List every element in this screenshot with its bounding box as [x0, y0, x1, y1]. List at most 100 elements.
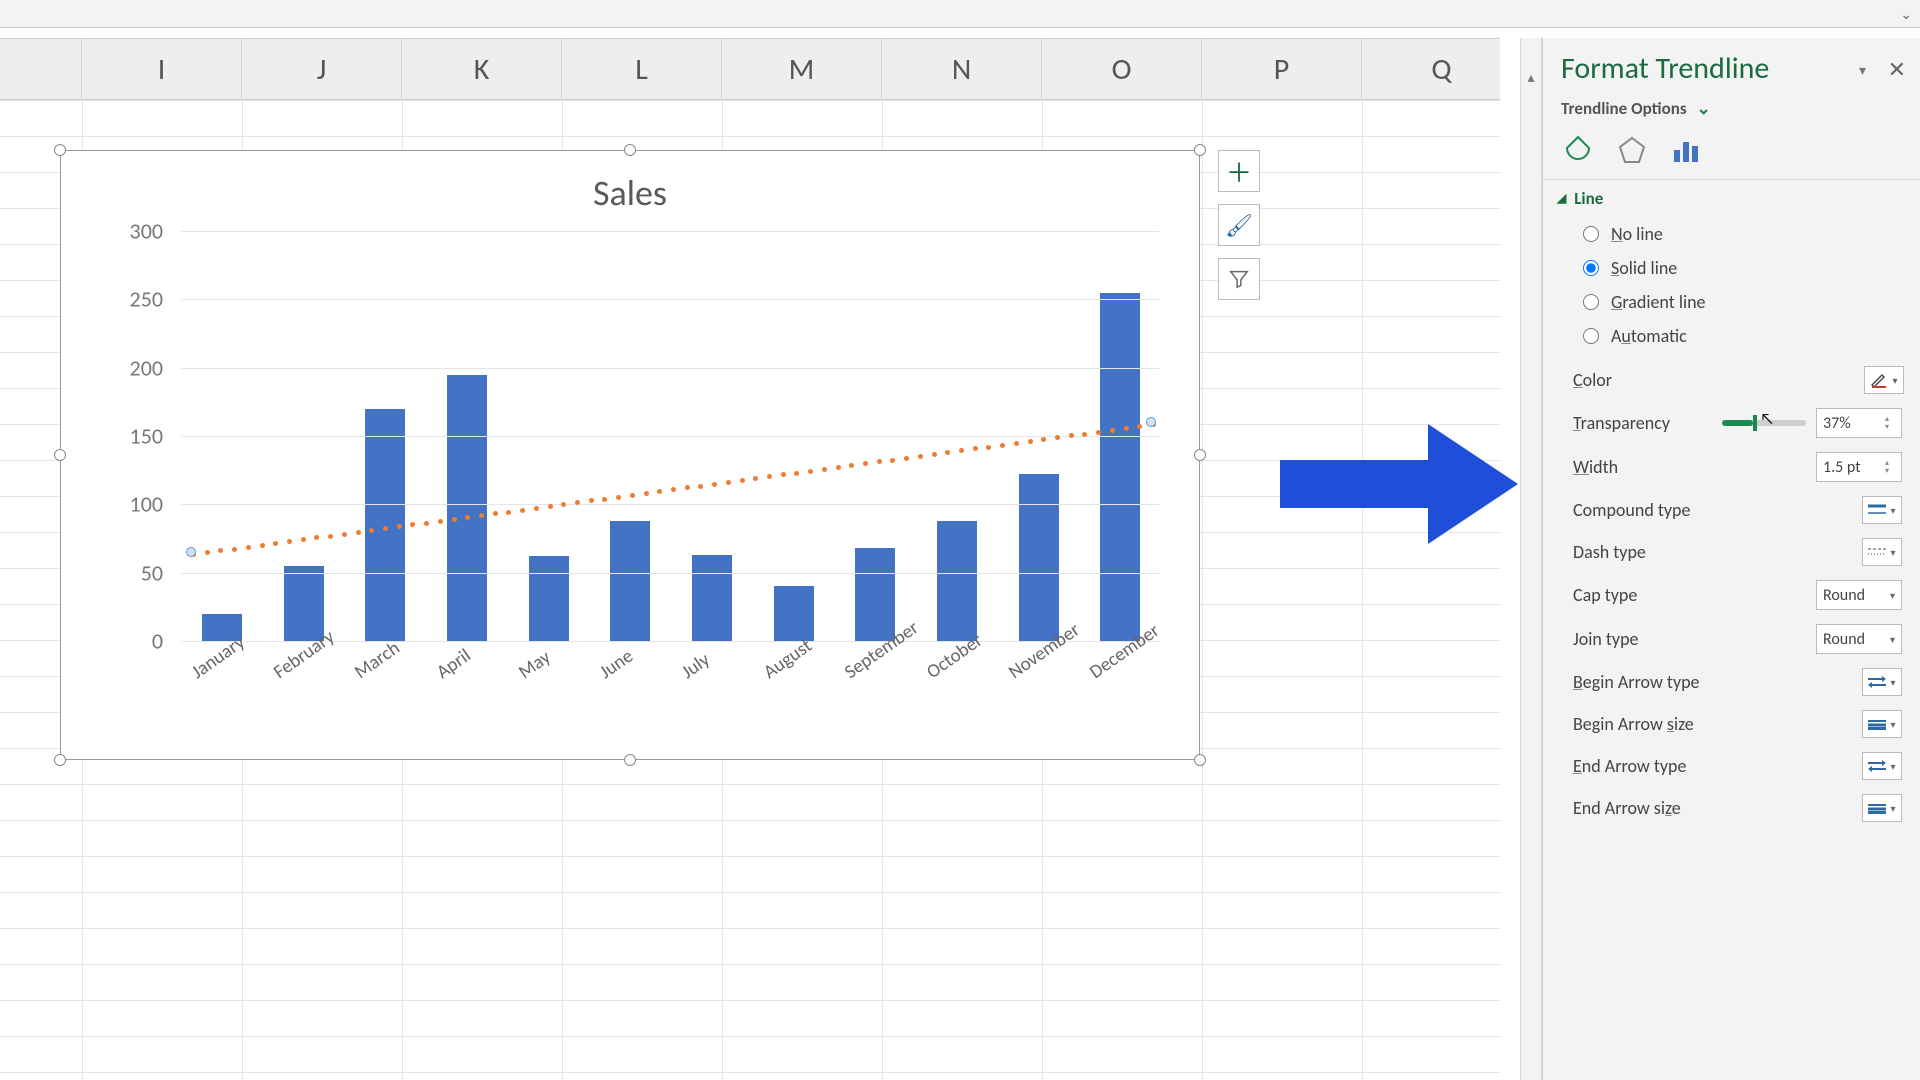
radio-no-line[interactable]: No line [1583, 217, 1902, 251]
trendline-dot[interactable] [342, 532, 347, 537]
bar[interactable] [447, 375, 487, 642]
begin-arrow-type-label: Begin Arrow type [1573, 671, 1700, 693]
bar[interactable] [937, 521, 977, 641]
join-type-dropdown[interactable]: Round▾ [1816, 624, 1902, 654]
chevron-down-icon: ⌄ [1696, 98, 1710, 119]
compound-type-button[interactable]: ▾ [1862, 496, 1902, 524]
trendline-dot[interactable] [1124, 426, 1129, 431]
trendline-dot[interactable] [1000, 443, 1005, 448]
fill-line-tab[interactable] [1561, 133, 1595, 167]
end-arrow-size-label: End Arrow size [1573, 797, 1681, 819]
resize-handle[interactable] [624, 144, 636, 156]
trendline-dot[interactable] [232, 547, 237, 552]
trendline-options-tab[interactable] [1669, 133, 1703, 167]
spinner-icon[interactable]: ▴▾ [1885, 454, 1899, 480]
bar[interactable] [692, 555, 732, 641]
pane-close-button[interactable]: ✕ [1888, 56, 1906, 83]
trendline-dot[interactable] [1096, 430, 1101, 435]
trendline-dot[interactable] [644, 491, 649, 496]
column-header[interactable]: Q [1362, 39, 1522, 99]
trendline-dot[interactable] [918, 454, 923, 459]
color-picker-button[interactable]: ▾ [1864, 366, 1904, 394]
column-header[interactable]: N [882, 39, 1042, 99]
trendline-dot[interactable] [836, 465, 841, 470]
column-header[interactable]: L [562, 39, 722, 99]
bar[interactable] [855, 548, 895, 641]
pane-subtitle[interactable]: Trendline Options ⌄ [1543, 98, 1920, 119]
bar[interactable] [1100, 293, 1140, 642]
arrow-type-icon [1868, 676, 1886, 688]
resize-handle[interactable] [54, 144, 66, 156]
trendline-dot[interactable] [904, 456, 909, 461]
transparency-slider[interactable] [1722, 420, 1806, 426]
resize-handle[interactable] [1194, 449, 1206, 461]
bar[interactable] [610, 521, 650, 641]
bar[interactable] [1019, 474, 1059, 641]
col-header-spacer [0, 39, 82, 99]
column-header[interactable]: I [82, 39, 242, 99]
vertical-scrollbar[interactable]: ▴ [1520, 38, 1542, 1080]
column-header[interactable]: P [1202, 39, 1362, 99]
trendline-dot[interactable] [520, 508, 525, 513]
column-header[interactable]: O [1042, 39, 1202, 99]
radio-solid-line[interactable]: Solid line [1583, 251, 1902, 285]
chart-filters-button[interactable] [1218, 258, 1260, 300]
end-arrow-size-button[interactable]: ▾ [1862, 794, 1902, 822]
plot-area[interactable]: 050100150200250300 [181, 231, 1159, 641]
resize-handle[interactable] [54, 754, 66, 766]
begin-arrow-type-button[interactable]: ▾ [1862, 668, 1902, 696]
trendline-dot[interactable] [260, 543, 265, 548]
trendline-dot[interactable] [740, 478, 745, 483]
bar[interactable] [529, 556, 569, 641]
column-header[interactable]: K [402, 39, 562, 99]
radio-gradient-line[interactable]: Gradient line [1583, 285, 1902, 319]
trendline-dot[interactable] [1028, 439, 1033, 444]
begin-arrow-size-button[interactable]: ▾ [1862, 710, 1902, 738]
end-arrow-type-label: End Arrow type [1573, 755, 1686, 777]
trendline-dot[interactable] [548, 504, 553, 509]
dash-type-button[interactable]: ▾ [1862, 538, 1902, 566]
width-label: Width [1573, 456, 1618, 478]
width-value[interactable]: 1.5 pt ▴▾ [1816, 452, 1902, 482]
line-section-header[interactable]: ◢ Line [1543, 180, 1920, 215]
trendline-dot[interactable] [356, 530, 361, 535]
trendline-dot[interactable] [712, 482, 717, 487]
resize-handle[interactable] [624, 754, 636, 766]
scroll-up-icon[interactable]: ▴ [1521, 66, 1541, 90]
chart-container[interactable]: Sales 050100150200250300 JanuaryFebruary… [60, 150, 1200, 760]
end-arrow-type-button[interactable]: ▾ [1862, 752, 1902, 780]
bar[interactable] [774, 586, 814, 641]
resize-handle[interactable] [1194, 754, 1206, 766]
transparency-label: Transparency [1573, 412, 1670, 434]
trendline-dot[interactable] [932, 452, 937, 457]
trendline-dot[interactable] [630, 493, 635, 498]
column-header[interactable]: M [722, 39, 882, 99]
transparency-value[interactable]: 37% ▴▾ [1816, 408, 1902, 438]
chart-title[interactable]: Sales [61, 171, 1199, 215]
ribbon-expand-chevron-icon[interactable]: ⌄ [1900, 6, 1912, 23]
chart-elements-button[interactable]: ＋ [1218, 150, 1260, 192]
trendline-dot[interactable] [438, 519, 443, 524]
trendline-dot[interactable] [534, 506, 539, 511]
trendline-dot[interactable] [822, 467, 827, 472]
trendline-dot[interactable] [726, 480, 731, 485]
pane-dropdown-icon[interactable]: ▾ [1859, 62, 1866, 79]
chart-styles-button[interactable]: 🖌 [1218, 204, 1260, 246]
radio-automatic[interactable]: Automatic [1583, 319, 1902, 353]
resize-handle[interactable] [54, 449, 66, 461]
trendline-dot[interactable] [246, 545, 251, 550]
spinner-icon[interactable]: ▴▾ [1885, 410, 1899, 436]
chart-quick-buttons: ＋ 🖌 [1218, 150, 1260, 300]
trendline-dot[interactable] [616, 495, 621, 500]
trendline-dot[interactable] [452, 517, 457, 522]
trendline-dot[interactable] [808, 469, 813, 474]
resize-handle[interactable] [1194, 144, 1206, 156]
effects-tab[interactable] [1615, 133, 1649, 167]
trendline-dot[interactable] [1110, 428, 1115, 433]
trendline-dot[interactable] [1014, 441, 1019, 446]
trendline-dot[interactable] [328, 534, 333, 539]
end-arrow-size-row: End Arrow size ▾ [1543, 787, 1920, 829]
column-header[interactable]: J [242, 39, 402, 99]
cap-type-dropdown[interactable]: Round▾ [1816, 580, 1902, 610]
trendline-dot[interactable] [424, 521, 429, 526]
